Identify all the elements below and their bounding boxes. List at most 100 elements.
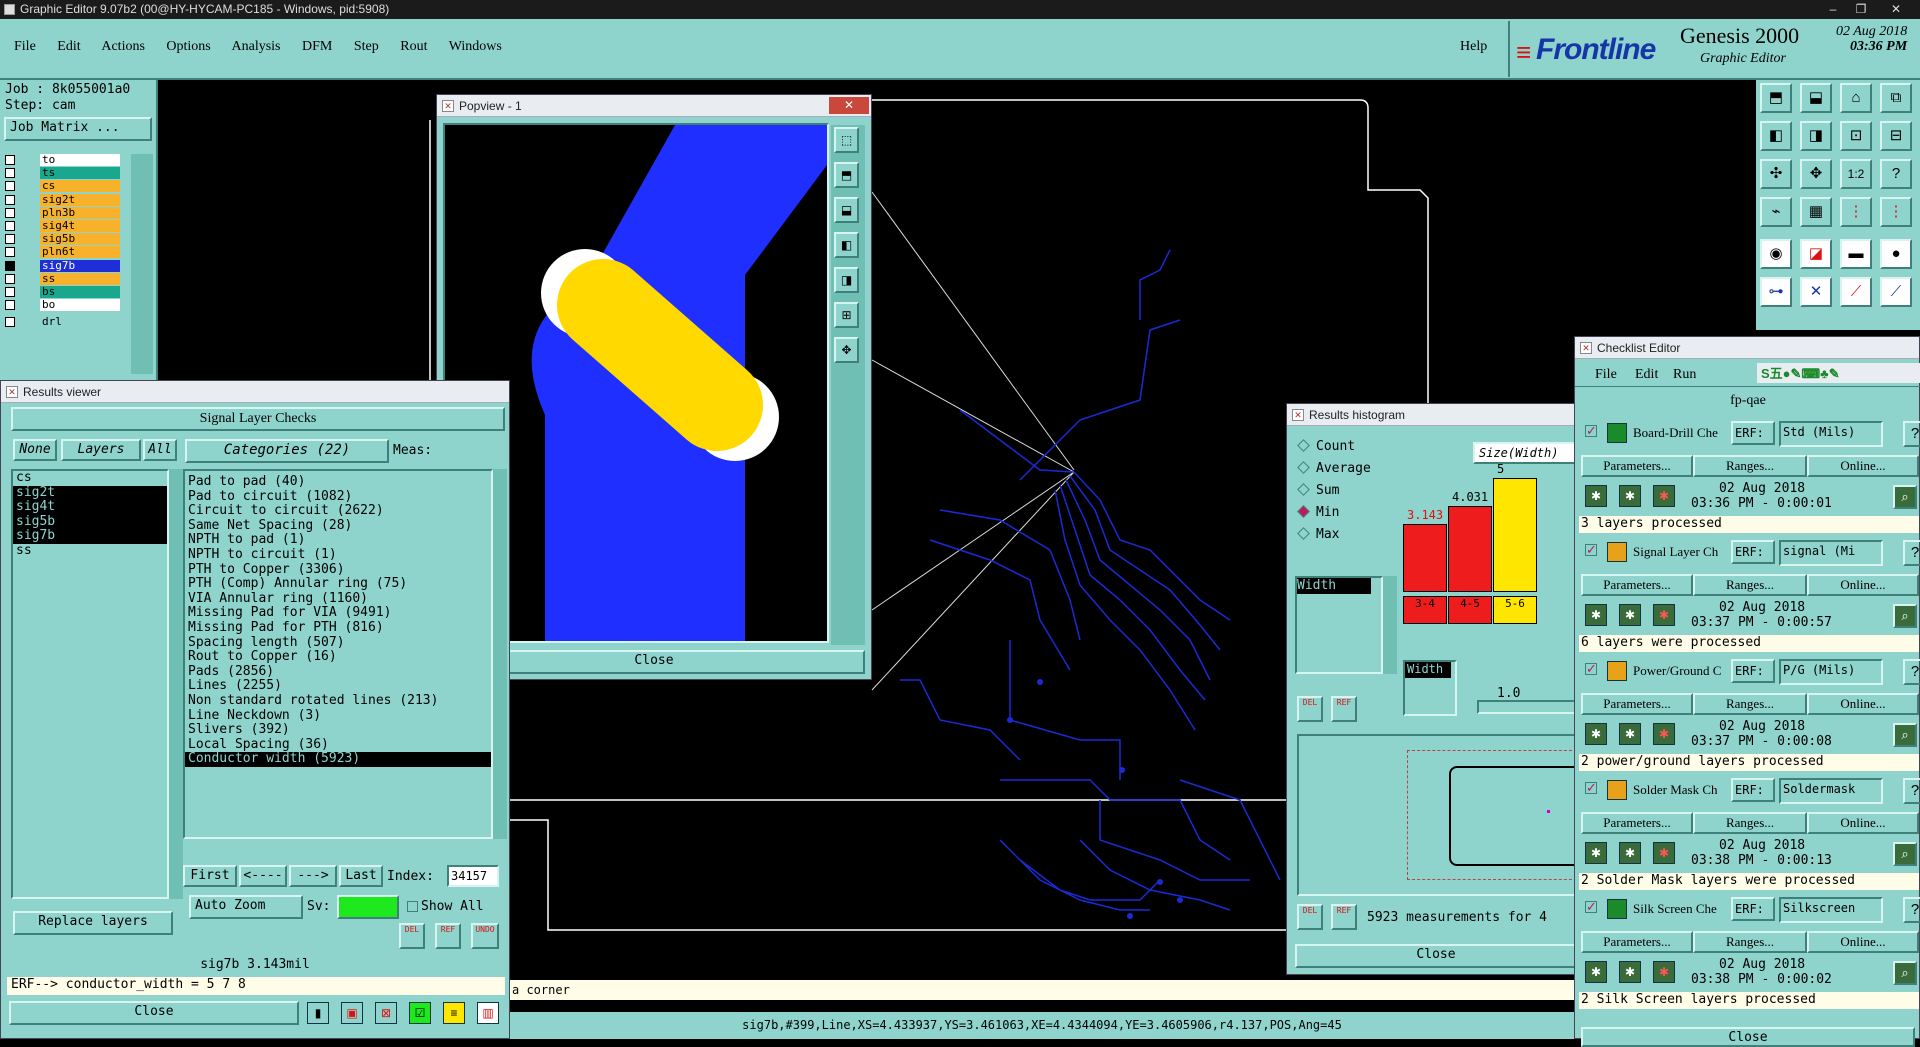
fit-icon[interactable]: ✣ [1760, 159, 1792, 189]
del-button[interactable]: DEL [399, 923, 425, 949]
toolbar-button-1[interactable]: ⬒ [1760, 83, 1792, 113]
results-close-button[interactable]: Close [9, 1001, 299, 1025]
checklist-close-button[interactable]: Close [1581, 1027, 1915, 1047]
close-window-button[interactable]: ✕ [1876, 0, 1916, 19]
online-button[interactable]: Online... [1807, 693, 1919, 715]
undo-button[interactable]: UNDO [471, 923, 499, 949]
next-button[interactable]: ---> [289, 865, 337, 887]
histogram-option[interactable]: Sum [1297, 482, 1339, 498]
zoom-icon[interactable]: ⌕ [1893, 961, 1917, 985]
first-button[interactable]: First [183, 865, 237, 887]
index-input[interactable]: 34157 [447, 865, 499, 887]
action-checkbox[interactable]: ✓ [1585, 662, 1597, 675]
category-item[interactable]: NPTH to pad (1) [185, 533, 491, 548]
center-icon[interactable]: ✥ [1800, 159, 1832, 189]
sv-color-selector[interactable] [337, 895, 399, 919]
tool-icon-2[interactable]: ▣ [341, 1002, 363, 1024]
parameters-button[interactable]: Parameters... [1581, 574, 1693, 596]
menu-dfm[interactable]: DFM [302, 39, 332, 54]
toolbar-button-7[interactable]: ⊡ [1840, 121, 1872, 151]
show-all-checkbox[interactable] [407, 901, 418, 912]
category-item[interactable]: Rout to Copper (16) [185, 650, 491, 665]
field-scrollbar[interactable] [1383, 576, 1397, 674]
toolbar-button-16[interactable]: ⋮ [1880, 197, 1912, 227]
toolbar-button-23[interactable]: ⟋ [1840, 277, 1872, 307]
histogram-del-button[interactable]: DEL [1297, 696, 1323, 722]
ranges-button[interactable]: Ranges... [1693, 693, 1807, 715]
histogram-field-list[interactable] [1295, 576, 1383, 674]
tool-icon-1[interactable]: ▮ [307, 1002, 329, 1024]
toolbar-button-5[interactable]: ◧ [1760, 121, 1792, 151]
parameters-button[interactable]: Parameters... [1581, 693, 1693, 715]
tool-icon-4[interactable]: ☑ [409, 1002, 431, 1024]
run-icon[interactable]: ✱ [1585, 842, 1607, 864]
menu-windows[interactable]: Windows [449, 39, 502, 54]
action-name[interactable]: Power/Ground C [1633, 663, 1729, 679]
width-field-box[interactable] [1403, 660, 1457, 716]
run-all-icon[interactable]: ✱ [1619, 723, 1641, 745]
zoom-icon[interactable]: ⌕ [1893, 723, 1917, 747]
popview-tool-3[interactable]: ⬓ [834, 197, 859, 223]
result-layer-item[interactable]: cs [13, 470, 167, 486]
run-icon[interactable]: ✱ [1585, 961, 1607, 983]
category-item[interactable]: Missing Pad for VIA (9491) [185, 606, 491, 621]
radio-icon[interactable] [1297, 527, 1310, 540]
ranges-button[interactable]: Ranges... [1693, 812, 1807, 834]
none-button[interactable]: None [13, 439, 57, 461]
action-name[interactable]: Solder Mask Ch [1633, 782, 1729, 798]
ime-toolbar-icon[interactable]: S五●✎⌨♣✎ [1757, 363, 1920, 383]
popview-close-x[interactable]: ✕ [829, 97, 869, 114]
radio-icon[interactable] [1297, 505, 1310, 518]
histogram-option[interactable]: Min [1297, 504, 1339, 520]
menu-help[interactable]: Help [1460, 39, 1487, 55]
measure-del-button[interactable]: DEL [1297, 904, 1323, 930]
menu-edit[interactable]: Edit [57, 39, 80, 54]
histogram-option[interactable]: Count [1297, 438, 1355, 454]
zoom-icon[interactable]: ⌕ [1893, 485, 1917, 509]
toolbar-button-8[interactable]: ⊟ [1880, 121, 1912, 151]
stop-icon[interactable]: ✱ [1653, 723, 1675, 745]
stop-icon[interactable]: ✱ [1653, 485, 1675, 507]
parameters-button[interactable]: Parameters... [1581, 455, 1693, 477]
category-item[interactable]: Pad to pad (40) [185, 474, 491, 490]
popview-tool-2[interactable]: ⬒ [834, 162, 859, 188]
stop-icon[interactable]: ✱ [1653, 842, 1675, 864]
category-item[interactable]: Pad to circuit (1082) [185, 489, 491, 505]
action-checkbox[interactable]: ✓ [1585, 900, 1597, 913]
category-item[interactable]: Non standard rotated lines (213) [185, 693, 491, 709]
category-item[interactable]: Local Spacing (36) [185, 737, 491, 753]
categories-button[interactable]: Categories (22) [185, 439, 389, 463]
ranges-button[interactable]: Ranges... [1693, 931, 1807, 953]
histogram-bar[interactable] [1448, 506, 1492, 592]
category-item[interactable]: Spacing length (507) [185, 635, 491, 651]
category-item[interactable]: Circuit to circuit (2622) [185, 504, 491, 519]
replace-layers-button[interactable]: Replace layers [13, 911, 173, 935]
histogram-bar[interactable] [1493, 478, 1537, 592]
home-icon[interactable]: ⌂ [1840, 83, 1872, 113]
tool-icon-5[interactable]: ≡ [443, 1002, 465, 1024]
minimize-button[interactable]: – [1820, 0, 1846, 19]
action-checkbox[interactable]: ✓ [1585, 543, 1597, 556]
category-scrollbar[interactable] [493, 469, 507, 839]
stop-icon[interactable]: ✱ [1653, 604, 1675, 626]
help-icon[interactable]: ? [1903, 421, 1920, 447]
category-item[interactable]: Lines (2255) [185, 679, 491, 694]
category-item[interactable]: NPTH to circuit (1) [185, 547, 491, 563]
action-checkbox[interactable]: ✓ [1585, 424, 1597, 437]
ruler-icon[interactable]: ▬ [1840, 239, 1872, 269]
result-layer-list[interactable]: cs sig2t sig4t sig5b sig7b ss [11, 469, 169, 899]
category-item[interactable]: VIA Annular ring (1160) [185, 591, 491, 607]
result-layer-item[interactable]: sig4t [13, 500, 167, 515]
previous-button[interactable]: <---- [239, 865, 287, 887]
zoom-icon[interactable]: ⌕ [1893, 842, 1917, 866]
toolbar-button-4[interactable]: ⧉ [1880, 83, 1912, 113]
run-icon[interactable]: ✱ [1585, 485, 1607, 507]
result-layer-item[interactable]: sig7b [13, 529, 167, 544]
online-button[interactable]: Online... [1807, 812, 1919, 834]
cross-icon[interactable]: ✕ [1800, 277, 1832, 307]
stop-icon[interactable]: ✱ [1653, 961, 1675, 983]
measure-ref-button[interactable]: REF [1331, 904, 1357, 930]
dot-icon[interactable]: ● [1880, 239, 1912, 269]
step-slider[interactable] [1477, 700, 1577, 714]
all-button[interactable]: All [143, 439, 177, 461]
